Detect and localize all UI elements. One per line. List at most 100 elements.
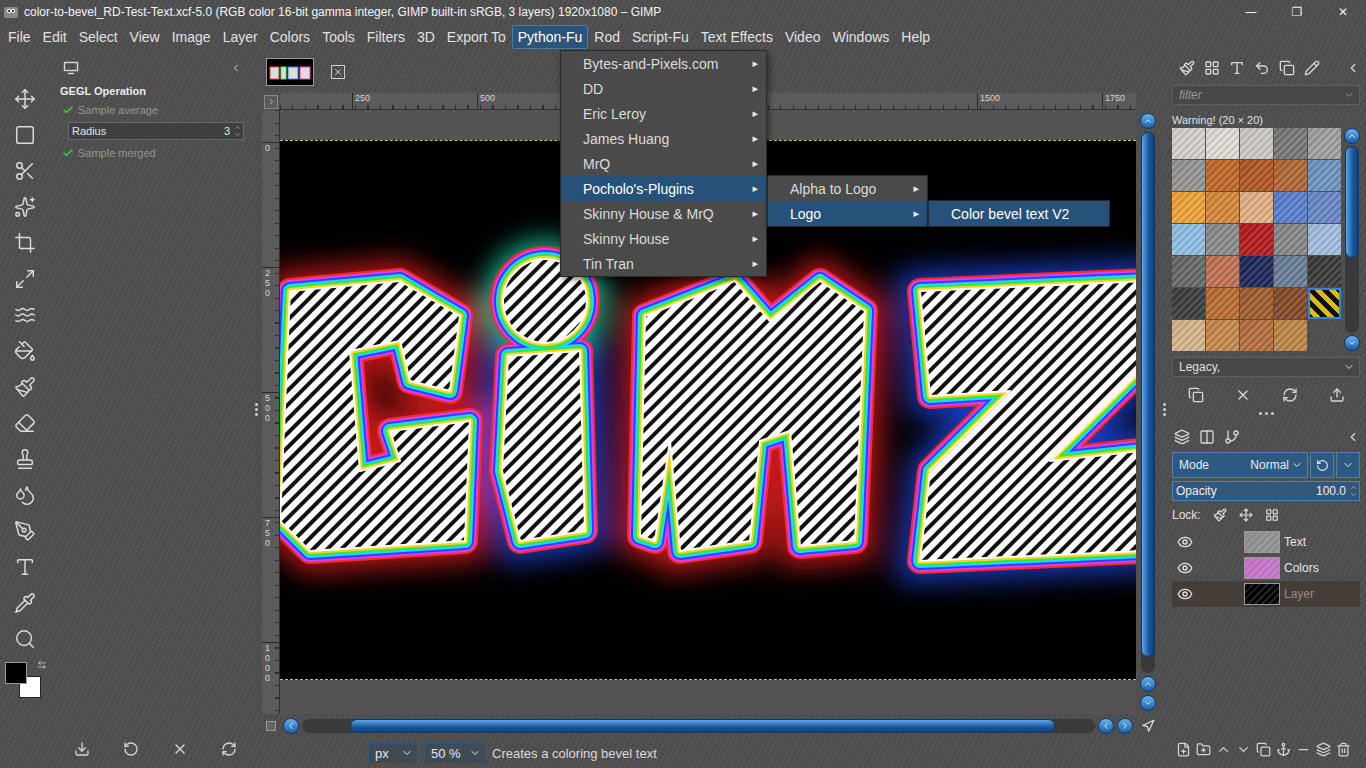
resize-grip[interactable] [1163, 403, 1166, 416]
menu-bar-item[interactable]: Text Effects [695, 25, 779, 49]
radius-field[interactable]: Radius3 [68, 122, 244, 140]
spin-icon[interactable] [234, 124, 241, 138]
menu-item[interactable]: Logo▸ [768, 201, 927, 226]
delete-options-icon[interactable] [172, 741, 188, 757]
scroll-down[interactable] [1140, 695, 1156, 711]
menu-item[interactable]: Bytes-and-Pixels.com▸ [561, 51, 766, 76]
menu-bar-item[interactable]: Colors [264, 25, 316, 49]
pattern-swatch[interactable] [1206, 256, 1239, 287]
minimize-button[interactable]: — [1228, 0, 1274, 24]
pattern-swatch[interactable] [1172, 192, 1205, 223]
menu-bar-item[interactable]: Python-Fu [512, 25, 589, 49]
pattern-swatch[interactable] [1240, 320, 1273, 351]
tool-button[interactable] [7, 333, 43, 369]
pattern-swatch[interactable] [1308, 224, 1341, 255]
scroll-right[interactable] [1117, 718, 1133, 734]
lock-pixels-icon[interactable] [1213, 508, 1227, 522]
menu-bar-item[interactable]: Tools [316, 25, 361, 49]
channels-tab-icon[interactable] [1199, 429, 1215, 445]
menu-item[interactable]: James Huang▸ [561, 126, 766, 151]
brushes-tab-icon[interactable] [1179, 60, 1195, 76]
menu-bar-item[interactable]: File [2, 25, 37, 49]
menu-bar-item[interactable]: 3D [411, 25, 441, 49]
layers-tab-icon[interactable] [1174, 429, 1190, 445]
pattern-swatch[interactable] [1240, 192, 1273, 223]
merge-layer-icon[interactable] [1296, 742, 1311, 757]
delete-layer-icon[interactable] [1336, 742, 1351, 757]
tool-button[interactable] [7, 513, 43, 549]
scroll-up[interactable] [1344, 128, 1360, 144]
tool-button[interactable] [7, 441, 43, 477]
menu-item[interactable]: Color bevel text V2 [929, 201, 1109, 226]
images-tab-icon[interactable] [1279, 60, 1295, 76]
pattern-swatch[interactable] [1274, 224, 1307, 255]
pattern-swatch[interactable] [1240, 160, 1273, 191]
tool-presets-tab-icon[interactable] [1304, 60, 1320, 76]
tool-button[interactable] [7, 153, 43, 189]
vertical-ruler[interactable]: 02505007501000 [262, 110, 280, 714]
menu-item[interactable]: Skinny House▸ [561, 226, 766, 251]
dock-separator[interactable] [1172, 407, 1360, 419]
foreground-color[interactable] [5, 662, 27, 684]
pattern-swatch[interactable] [1274, 256, 1307, 287]
menu-item[interactable]: Skinny House & MrQ▸ [561, 201, 766, 226]
pattern-swatch[interactable] [1206, 160, 1239, 191]
tag-field[interactable]: Legacy, [1172, 357, 1360, 377]
tab-menu-icon[interactable] [230, 62, 242, 74]
scroll-thumb[interactable] [1345, 146, 1359, 258]
delete-icon[interactable] [1235, 387, 1251, 403]
navigate-button[interactable] [1136, 714, 1160, 738]
pattern-swatch[interactable] [1308, 160, 1341, 191]
open-as-image-icon[interactable] [1329, 387, 1345, 403]
visibility-toggle[interactable] [1174, 560, 1196, 576]
pattern-swatch[interactable] [1274, 160, 1307, 191]
pattern-swatch[interactable] [1274, 128, 1307, 159]
layer-row[interactable]: Text [1172, 529, 1360, 555]
scroll-left[interactable] [1098, 718, 1114, 734]
pattern-swatch[interactable] [1172, 128, 1205, 159]
menu-bar-item[interactable]: Layer [217, 25, 264, 49]
patterns-tab-icon[interactable] [1204, 60, 1220, 76]
menu-item[interactable]: MrQ▸ [561, 151, 766, 176]
scroll-up[interactable] [1140, 676, 1156, 692]
layer-row[interactable]: Layer [1172, 581, 1360, 607]
tool-button[interactable] [7, 297, 43, 333]
pattern-swatch[interactable] [1274, 320, 1307, 351]
dock-menu-icon[interactable] [1346, 61, 1360, 75]
anchor-layer-icon[interactable] [1276, 742, 1291, 757]
reset-mode-button[interactable] [1310, 452, 1334, 478]
pattern-swatch[interactable] [1240, 288, 1273, 319]
composite-button[interactable] [1336, 452, 1360, 478]
menu-bar-item[interactable]: Video [779, 25, 827, 49]
save-options-icon[interactable] [74, 741, 90, 757]
menu-item[interactable]: Alpha to Logo▸ [768, 176, 927, 201]
quick-mask-button[interactable] [264, 95, 278, 109]
pattern-scrollbar[interactable] [1343, 128, 1360, 351]
pattern-swatch[interactable] [1274, 192, 1307, 223]
pattern-swatch[interactable] [1240, 224, 1273, 255]
maximize-button[interactable]: ❐ [1274, 0, 1320, 24]
pattern-swatch[interactable] [1308, 192, 1341, 223]
pattern-swatch[interactable] [1240, 128, 1273, 159]
lock-alpha-icon[interactable] [1265, 508, 1279, 522]
opacity-slider[interactable]: Opacity100.0 [1172, 481, 1360, 501]
filter-field[interactable]: filter [1172, 85, 1360, 105]
menu-bar-item[interactable]: Rod [588, 25, 626, 49]
raise-layer-icon[interactable] [1216, 742, 1231, 757]
menu-bar-item[interactable]: Image [166, 25, 217, 49]
menu-item[interactable]: DD▸ [561, 76, 766, 101]
pattern-swatch[interactable] [1206, 224, 1239, 255]
menu-bar-item[interactable]: View [124, 25, 166, 49]
scroll-down[interactable] [1344, 335, 1360, 351]
tool-button[interactable] [7, 189, 43, 225]
image-tab[interactable] [266, 58, 314, 86]
tab-close[interactable] [331, 65, 345, 79]
duplicate-icon[interactable] [1188, 387, 1204, 403]
padding-color-button[interactable] [266, 721, 276, 731]
scroll-thumb[interactable] [350, 719, 1056, 733]
pattern-swatch[interactable] [1274, 288, 1307, 319]
menu-bar-item[interactable]: Windows [826, 25, 895, 49]
menu-bar-item[interactable]: Script-Fu [626, 25, 695, 49]
new-layer-icon[interactable] [1176, 742, 1191, 757]
swap-colors[interactable] [37, 660, 47, 670]
